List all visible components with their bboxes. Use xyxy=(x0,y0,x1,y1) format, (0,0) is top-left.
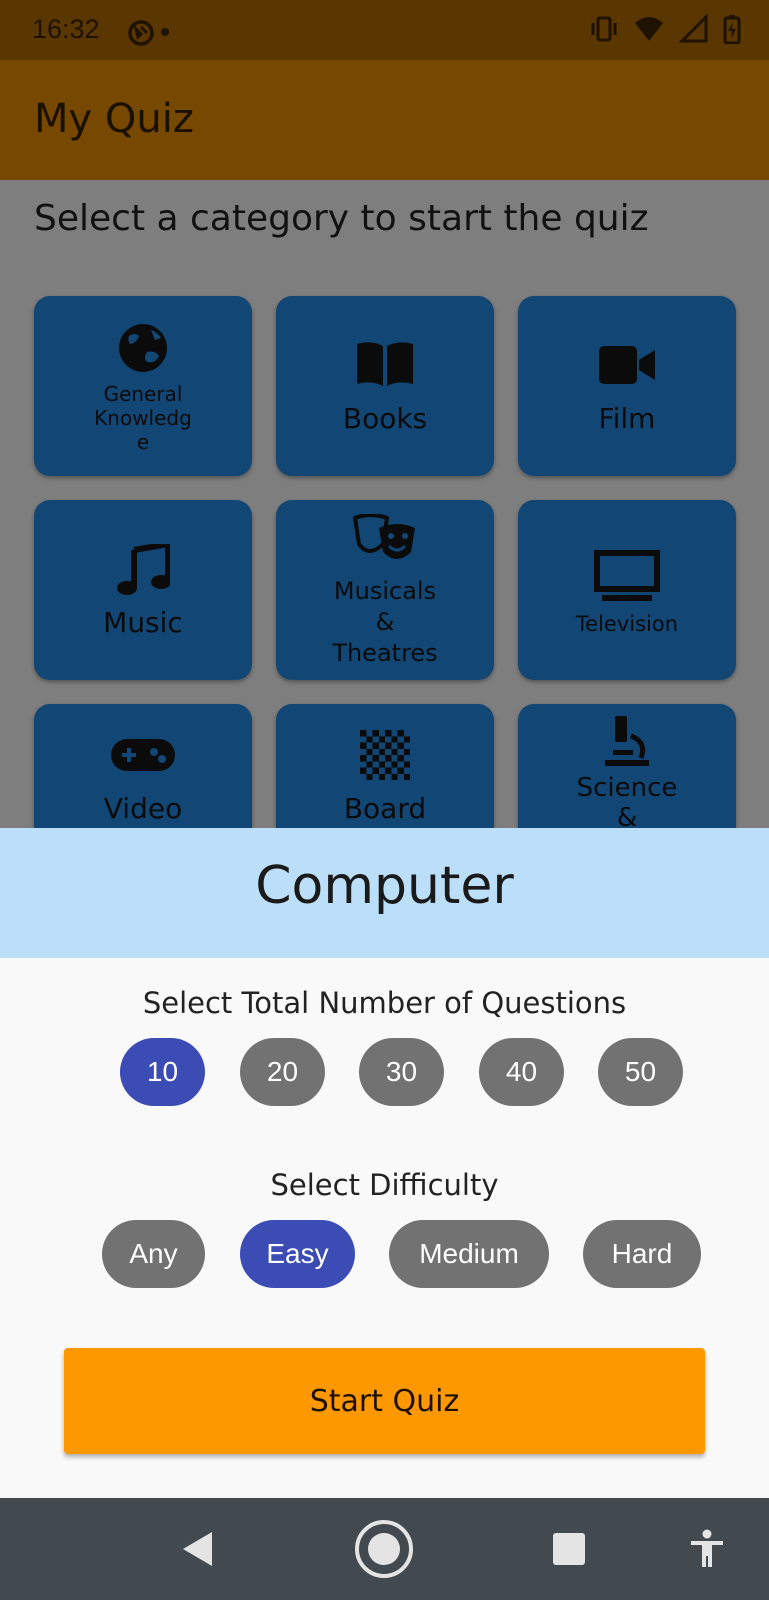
accessibility-button[interactable] xyxy=(674,1516,740,1582)
category-label: Film xyxy=(598,402,656,435)
difficulty-any[interactable]: Any xyxy=(102,1220,205,1288)
category-video-games[interactable]: Video xyxy=(34,704,252,828)
status-time: 16:32 xyxy=(32,14,100,44)
navigation-bar xyxy=(0,1498,769,1600)
category-musicals-theatres[interactable]: Musicals & Theatres xyxy=(276,500,494,680)
battery-icon xyxy=(723,15,741,44)
dot-icon xyxy=(161,28,169,36)
category-label: Musicals & Theatres xyxy=(332,577,438,668)
back-icon xyxy=(183,1532,212,1566)
status-icons xyxy=(589,14,741,44)
home-button[interactable] xyxy=(351,1516,417,1582)
question-count-30[interactable]: 30 xyxy=(359,1038,444,1106)
question-count-20[interactable]: 20 xyxy=(240,1038,325,1106)
sheet-header: Computer xyxy=(0,828,769,958)
difficulty-medium[interactable]: Medium xyxy=(389,1220,549,1288)
status-bar: 16:32 xyxy=(0,0,769,60)
accessibility-icon xyxy=(691,1529,723,1567)
category-label: Science & xyxy=(576,773,678,828)
recents-icon xyxy=(553,1533,585,1565)
gamepad-icon xyxy=(111,739,175,771)
video-camera-icon xyxy=(599,346,655,384)
category-science-nature[interactable]: Science & xyxy=(518,704,736,828)
book-icon xyxy=(357,342,413,386)
home-icon xyxy=(355,1520,413,1578)
category-music[interactable]: Music xyxy=(34,500,252,680)
category-board-games[interactable]: Board xyxy=(276,704,494,828)
category-general-knowledge[interactable]: General Knowledg e xyxy=(34,296,252,476)
category-television[interactable]: Television xyxy=(518,500,736,680)
music-note-icon xyxy=(117,544,170,595)
category-film[interactable]: Film xyxy=(518,296,736,476)
sync-icon xyxy=(128,20,154,46)
start-quiz-button[interactable]: Start Quiz xyxy=(64,1348,705,1454)
category-label: Books xyxy=(342,402,428,435)
tv-icon xyxy=(594,550,660,601)
globe-icon xyxy=(119,324,167,372)
difficulty-label: Select Difficulty xyxy=(270,1168,499,1202)
vibrate-icon xyxy=(591,16,617,42)
chessboard-icon xyxy=(360,730,410,780)
difficulty-easy[interactable]: Easy xyxy=(240,1220,355,1288)
questions-label: Select Total Number of Questions xyxy=(142,986,627,1020)
category-label: Video xyxy=(103,792,183,825)
question-count-10[interactable]: 10 xyxy=(120,1038,205,1106)
microscope-icon xyxy=(605,716,649,766)
app-title: My Quiz xyxy=(34,96,194,142)
category-label: Music xyxy=(103,606,183,639)
wifi-icon xyxy=(635,17,663,41)
recents-button[interactable] xyxy=(536,1516,602,1582)
sheet-title: Computer xyxy=(255,856,514,916)
quiz-options-sheet: Select Total Number of Questions 10 20 3… xyxy=(0,958,769,1498)
category-screen: Select a category to start the quiz Gene… xyxy=(0,180,769,828)
category-label: General Knowledg e xyxy=(94,382,192,454)
question-count-50[interactable]: 50 xyxy=(598,1038,683,1106)
back-button[interactable] xyxy=(164,1516,230,1582)
app-bar: My Quiz xyxy=(0,60,769,180)
category-books[interactable]: Books xyxy=(276,296,494,476)
category-label: Television xyxy=(575,612,679,636)
theater-masks-icon xyxy=(353,514,415,559)
signal-icon xyxy=(679,14,708,43)
question-count-40[interactable]: 40 xyxy=(479,1038,564,1106)
page-subtitle: Select a category to start the quiz xyxy=(34,198,649,239)
difficulty-hard[interactable]: Hard xyxy=(583,1220,701,1288)
category-label: Board xyxy=(343,792,427,825)
